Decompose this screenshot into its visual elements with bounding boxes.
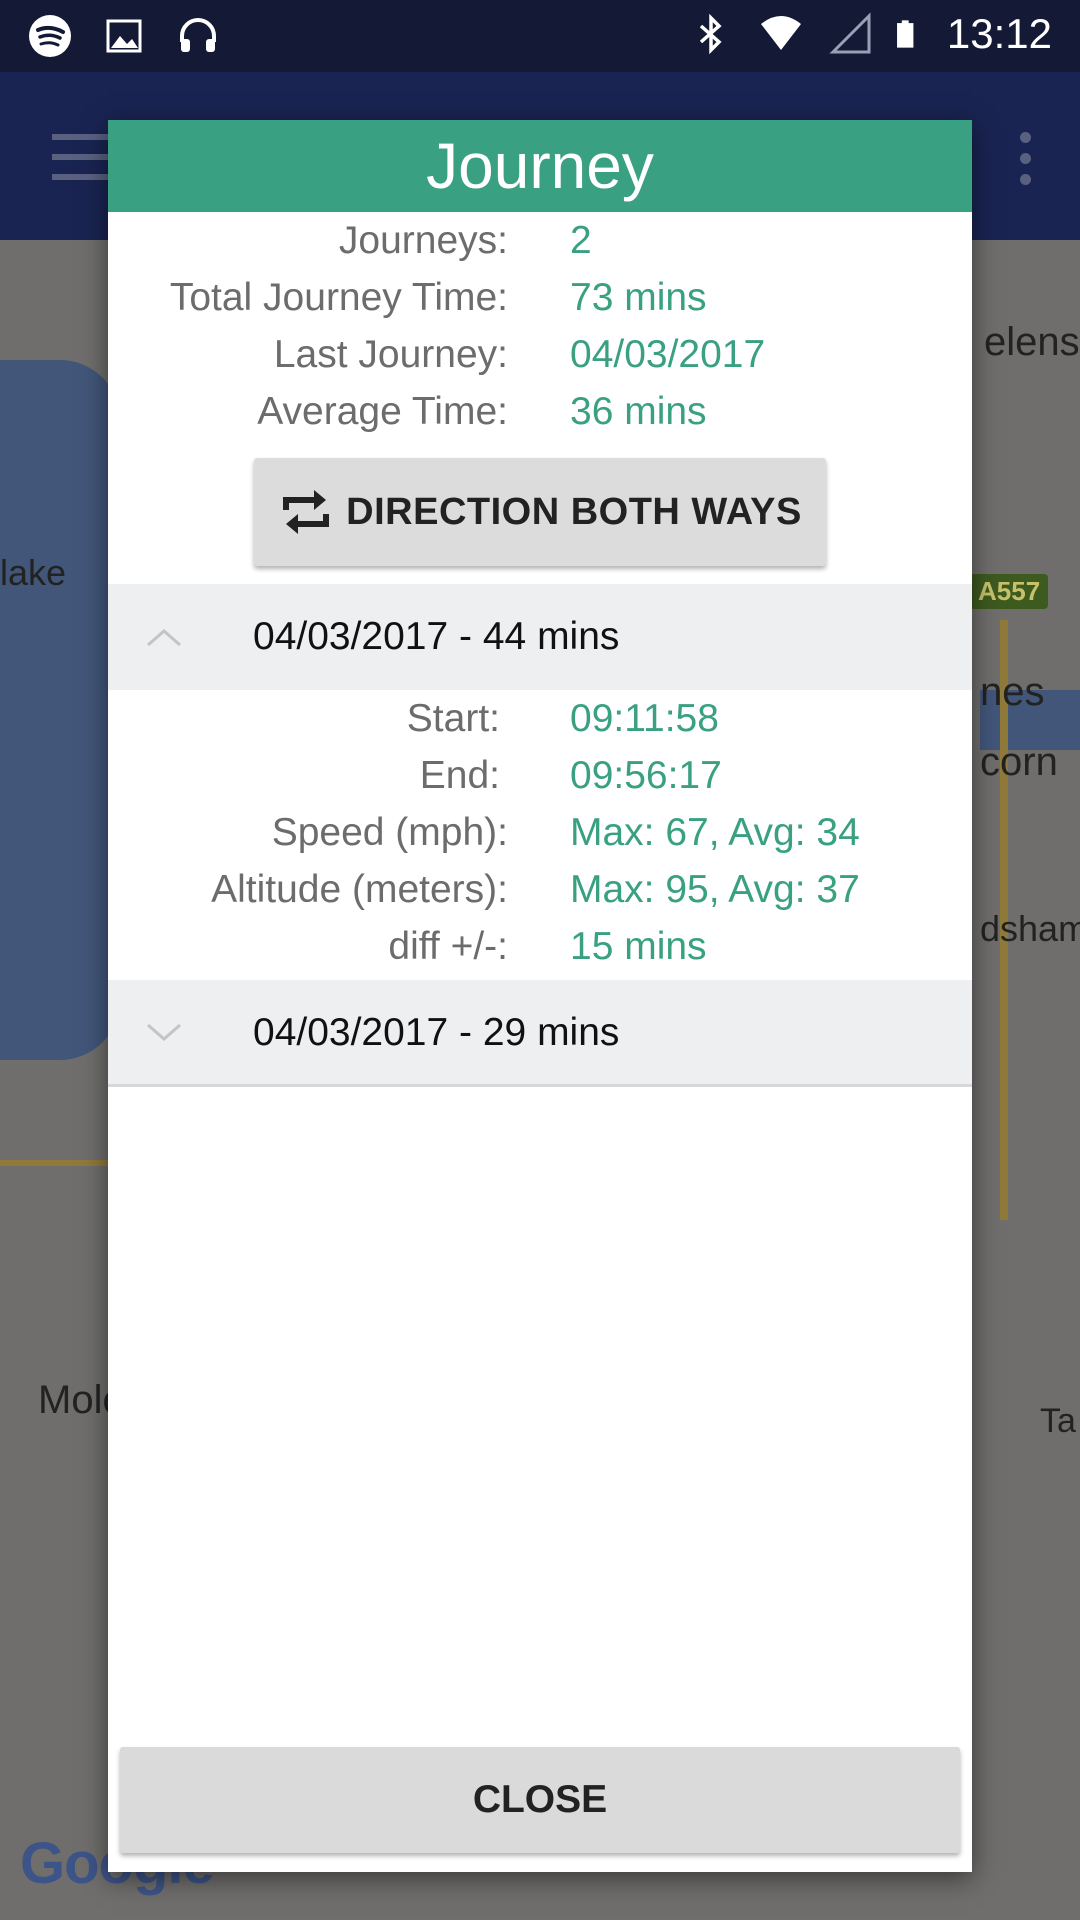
summary-label: Last Journey:	[273, 332, 508, 376]
divider	[108, 1084, 972, 1087]
clock: 13:12	[946, 10, 1052, 57]
summary-value: 04/03/2017	[570, 332, 766, 376]
menu-icon[interactable]	[52, 134, 112, 180]
map-label: lake	[0, 552, 67, 593]
detail-row: End: 09:56:17	[108, 747, 972, 804]
wifi-icon	[760, 16, 801, 50]
road-badge: A557	[970, 574, 1049, 609]
close-button[interactable]: CLOSE	[120, 1747, 960, 1853]
detail-value: Max: 95, Avg: 37	[570, 867, 860, 911]
map-label: Ta	[1040, 1402, 1076, 1440]
bluetooth-icon	[699, 13, 722, 55]
map-label: nes	[980, 670, 1045, 714]
chevron-up-icon	[147, 629, 181, 647]
status-bar: 13:12	[0, 0, 1080, 72]
summary-row: Average Time: 36 mins	[108, 383, 972, 440]
image-icon	[106, 19, 142, 53]
detail-value: Max: 67, Avg: 34	[570, 810, 860, 854]
journey-group-header[interactable]: 04/03/2017 - 44 mins	[108, 584, 972, 690]
detail-label: End:	[419, 753, 500, 797]
battery-icon	[896, 20, 914, 48]
detail-label: Speed (mph):	[271, 810, 508, 854]
journey-dialog: Journey Journeys: 2 Total Journey Time: …	[108, 120, 972, 1872]
signal-icon	[829, 12, 871, 54]
journey-summary: Journeys: 2 Total Journey Time: 73 mins …	[108, 212, 972, 440]
detail-label: Altitude (meters):	[211, 867, 508, 911]
summary-label: Total Journey Time:	[169, 275, 508, 319]
detail-row: diff +/-: 15 mins	[108, 918, 972, 975]
summary-row: Journeys: 2	[108, 212, 972, 269]
summary-row: Total Journey Time: 73 mins	[108, 269, 972, 326]
chevron-down-icon	[147, 1023, 181, 1041]
summary-row: Last Journey: 04/03/2017	[108, 326, 972, 383]
detail-row: Altitude (meters): Max: 95, Avg: 37	[108, 861, 972, 918]
journey-details: Start: 09:11:58 End: 09:56:17 Speed (mph…	[108, 690, 972, 975]
journey-group-title: 04/03/2017 - 29 mins	[253, 1011, 620, 1054]
summary-value: 2	[570, 218, 592, 262]
summary-label: Journeys:	[338, 218, 508, 262]
journey-group-title: 04/03/2017 - 44 mins	[253, 615, 620, 658]
swap-icon	[283, 490, 330, 534]
direction-button-label: DIRECTION BOTH WAYS	[346, 490, 802, 533]
journey-group-header[interactable]: 04/03/2017 - 29 mins	[108, 980, 972, 1086]
spotify-icon	[29, 15, 71, 57]
summary-label: Average Time:	[257, 389, 508, 433]
summary-value: 36 mins	[570, 389, 707, 433]
detail-value: 15 mins	[570, 924, 707, 968]
detail-row: Speed (mph): Max: 67, Avg: 34	[108, 804, 972, 861]
summary-value: 73 mins	[570, 275, 707, 319]
dialog-title: Journey	[108, 120, 972, 212]
detail-row: Start: 09:11:58	[108, 690, 972, 747]
headset-icon	[180, 18, 216, 52]
detail-value: 09:56:17	[570, 753, 722, 797]
detail-label: diff +/-:	[388, 924, 508, 968]
detail-value: 09:11:58	[570, 696, 719, 740]
map-label: corn	[980, 740, 1058, 784]
map-label: dsham	[980, 908, 1080, 949]
direction-both-ways-button[interactable]: DIRECTION BOTH WAYS	[254, 458, 826, 566]
detail-label: Start:	[406, 696, 500, 740]
more-options-icon[interactable]	[1020, 132, 1032, 195]
map-label: elens	[984, 320, 1080, 364]
